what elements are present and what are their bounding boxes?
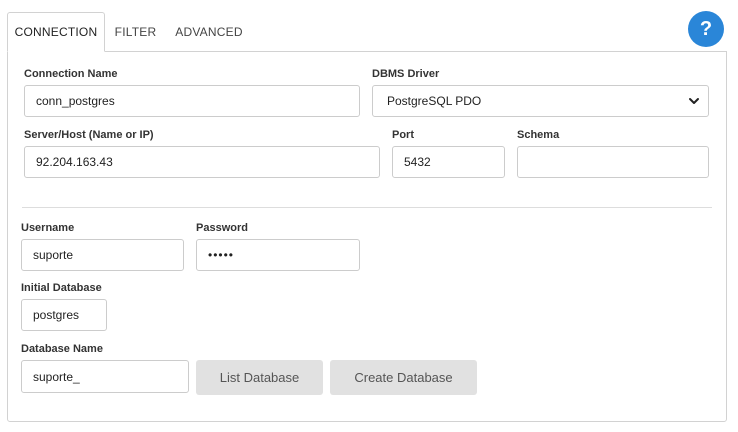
server-host-label: Server/Host (Name or IP) [24,129,154,141]
schema-input[interactable] [517,146,709,178]
password-label: Password [196,222,248,234]
initial-database-input[interactable]: postgres [21,299,107,331]
dbms-driver-value: PostgreSQL PDO [387,94,482,108]
database-name-label: Database Name [21,343,103,355]
section-divider [22,207,712,208]
username-label: Username [21,222,75,234]
dbms-driver-label: DBMS Driver [372,68,440,80]
list-database-button[interactable]: List Database [196,360,323,395]
schema-label: Schema [517,129,560,141]
chevron-down-icon [688,95,700,107]
tab-advanced[interactable]: ADVANCED [170,12,248,52]
password-input[interactable]: ••••• [196,239,360,271]
username-input[interactable]: suporte [21,239,184,271]
connection-name-label: Connection Name [24,68,118,80]
dbms-driver-select[interactable]: PostgreSQL PDO [372,85,709,117]
question-circle-icon: ? [699,17,713,40]
connection-name-input[interactable]: conn_postgres [24,85,360,117]
database-name-input[interactable]: suporte_ [21,360,189,393]
server-host-input[interactable]: 92.204.163.43 [24,146,380,178]
help-button[interactable]: ? [688,11,724,47]
tab-connection[interactable]: CONNECTION [7,12,105,52]
create-database-button[interactable]: Create Database [330,360,477,395]
port-label: Port [392,129,414,141]
tab-filter[interactable]: FILTER [108,12,163,52]
initial-database-label: Initial Database [21,282,102,294]
port-input[interactable]: 5432 [392,146,505,178]
